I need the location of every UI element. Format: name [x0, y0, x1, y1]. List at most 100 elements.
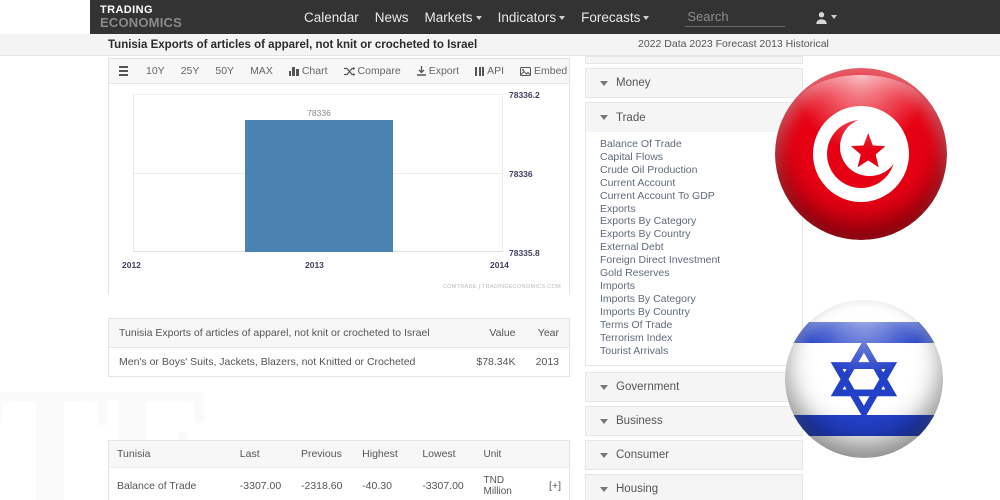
- sidebar-link-exports-by-category[interactable]: Exports By Category: [600, 215, 802, 228]
- value-row-value: $78.34K: [476, 356, 516, 368]
- chevron-down-icon: [559, 15, 566, 20]
- sidebar-link-tourist-arrivals[interactable]: Tourist Arrivals: [600, 345, 802, 358]
- chart-toolbar: 10Y 25Y 50Y MAX Chart Compare Export API…: [109, 59, 569, 84]
- nav-item-markets[interactable]: Markets: [425, 10, 482, 25]
- toolbar-export-button[interactable]: Export: [409, 65, 467, 77]
- tunisia-flag-star: [850, 133, 886, 168]
- page-title-bar: Tunisia Exports of articles of apparel, …: [0, 34, 1000, 56]
- sidebar-link-exports[interactable]: Exports: [600, 203, 802, 216]
- sidebar-section-consumer[interactable]: Consumer: [585, 440, 803, 471]
- sidebar-link-imports-by-category[interactable]: Imports By Category: [600, 293, 802, 306]
- sidebar-link-terms-of-trade[interactable]: Terms Of Trade: [600, 319, 802, 332]
- sidebar-link-gold-reserves[interactable]: Gold Reserves: [600, 267, 802, 280]
- y-tick-middle: 78336: [509, 169, 533, 179]
- nav-label-indicators: Indicators: [497, 9, 557, 25]
- sidebar-link-balance-of-trade[interactable]: Balance Of Trade: [600, 138, 802, 151]
- ind-row-unit: TND Million: [483, 475, 512, 497]
- ind-col-last: Last: [239, 448, 260, 460]
- sidebar-section-stub[interactable]: [585, 56, 803, 64]
- toolbar-range-50y[interactable]: 50Y: [207, 65, 242, 77]
- sidebar-link-external-debt[interactable]: External Debt: [600, 241, 802, 254]
- sidebar-label-business: Business: [616, 415, 663, 428]
- nav-item-forecasts[interactable]: Forecasts: [581, 10, 650, 25]
- user-menu[interactable]: [815, 11, 838, 24]
- image-icon: [520, 66, 531, 76]
- value-table-header: Tunisia Exports of articles of apparel, …: [108, 318, 570, 348]
- toolbar-range-25y[interactable]: 25Y: [173, 65, 208, 77]
- sidebar-label-government: Government: [616, 381, 680, 394]
- toolbar-label-10y: 10Y: [146, 65, 165, 77]
- table-row[interactable]: Men's or Boys' Suits, Jackets, Blazers, …: [109, 348, 570, 377]
- ind-row-name: Balance of Trade: [117, 480, 197, 492]
- list-icon: [119, 66, 128, 76]
- ind-row-last: -3307.00: [239, 480, 282, 492]
- ind-row-highest: -40.30: [362, 480, 392, 492]
- value-row-year: 2013: [535, 356, 559, 368]
- logo-line-2: ECONOMICS: [100, 15, 182, 30]
- ind-col-lowest: Lowest: [422, 448, 456, 460]
- y-tick-bottom: 78335.8: [509, 248, 540, 258]
- sidebar-section-trade[interactable]: Trade: [585, 102, 803, 132]
- user-icon: [816, 11, 828, 24]
- toolbar-api-button[interactable]: API: [467, 65, 512, 77]
- page-subtitle: 2022 Data 2023 Forecast 2013 Historical: [638, 38, 829, 50]
- nav-item-calendar[interactable]: Calendar: [304, 10, 359, 25]
- sidebar-link-foreign-direct-investment[interactable]: Foreign Direct Investment: [600, 254, 802, 267]
- nav-item-news[interactable]: News: [375, 10, 409, 25]
- sidebar-section-government[interactable]: Government: [585, 372, 803, 403]
- value-table-body: Men's or Boys' Suits, Jackets, Blazers, …: [109, 348, 570, 377]
- nav-label-markets: Markets: [424, 9, 473, 25]
- value-table-col-name: Tunisia Exports of articles of apparel, …: [119, 327, 430, 339]
- toolbar-list-button[interactable]: [117, 66, 138, 76]
- value-table-col-year: Year: [537, 327, 559, 339]
- compare-icon: [343, 66, 355, 76]
- sidebar-link-current-account[interactable]: Current Account: [600, 177, 802, 190]
- x-tick-2014: 2014: [490, 260, 509, 270]
- caret-down-icon: [600, 418, 608, 424]
- sidebar-trade-links: Balance Of Trade Capital Flows Crude Oil…: [585, 132, 803, 367]
- toolbar-label-compare: Compare: [357, 65, 401, 77]
- page-title: Tunisia Exports of articles of apparel, …: [108, 38, 478, 51]
- toolbar-range-10y[interactable]: 10Y: [138, 65, 173, 77]
- toolbar-chart-button[interactable]: Chart: [281, 65, 336, 77]
- sidebar-link-capital-flows[interactable]: Capital Flows: [600, 151, 802, 164]
- caret-down-icon: [600, 452, 608, 458]
- nav-item-indicators[interactable]: Indicators: [498, 10, 566, 25]
- toolbar-range-max[interactable]: MAX: [242, 65, 281, 77]
- ind-row-lowest: -3307.00: [422, 480, 464, 492]
- ind-col-unit: Unit: [483, 448, 502, 460]
- sidebar-link-current-account-to-gdp[interactable]: Current Account To GDP: [600, 190, 802, 203]
- ind-row-expand-button[interactable]: [+]: [541, 468, 570, 500]
- y-tick-top: 78336.2: [509, 90, 540, 100]
- bar-2013[interactable]: [245, 120, 393, 252]
- sidebar-section-business[interactable]: Business: [585, 406, 803, 437]
- sidebar-section-housing[interactable]: Housing: [585, 474, 803, 500]
- sidebar-link-terrorism-index[interactable]: Terrorism Index: [600, 332, 802, 345]
- sidebar-link-imports-by-country[interactable]: Imports By Country: [600, 306, 802, 319]
- sidebar-link-imports[interactable]: Imports: [600, 280, 802, 293]
- ind-col-country: Tunisia: [117, 448, 151, 460]
- nav-label-calendar: Calendar: [303, 9, 359, 25]
- caret-down-icon: [600, 384, 608, 390]
- chart-card: 10Y 25Y 50Y MAX Chart Compare Export API…: [108, 58, 570, 295]
- toolbar-embed-button[interactable]: Embed: [512, 65, 575, 77]
- sidebar-link-crude-oil-production[interactable]: Crude Oil Production: [600, 164, 802, 177]
- toolbar-compare-button[interactable]: Compare: [336, 65, 409, 77]
- site-logo[interactable]: TRADING ECONOMICS: [100, 5, 182, 30]
- chart-plot-area[interactable]: 78336 78336.2 78336 78335.8 2012 2013 20…: [109, 84, 569, 295]
- value-row-name: Men's or Boys' Suits, Jackets, Blazers, …: [119, 356, 416, 368]
- toolbar-label-25y: 25Y: [180, 65, 200, 77]
- table-row[interactable]: Balance of Trade -3307.00 -2318.60 -40.3…: [109, 468, 570, 500]
- indicators-table-header: Tunisia Last Previous Highest Lowest Uni…: [108, 440, 570, 468]
- chevron-down-icon: [831, 15, 838, 19]
- table-header-row: Tunisia Last Previous Highest Lowest Uni…: [108, 440, 570, 468]
- chevron-down-icon: [475, 15, 482, 20]
- israel-flag: [785, 300, 943, 458]
- bar-chart-icon: [288, 66, 299, 76]
- sidebar-section-money[interactable]: Money: [585, 68, 803, 98]
- ind-col-expand: [541, 441, 570, 468]
- sidebar-link-exports-by-country[interactable]: Exports By Country: [600, 228, 802, 241]
- search-input[interactable]: [685, 7, 786, 27]
- ind-col-highest: Highest: [362, 448, 398, 460]
- toolbar-label-export: Export: [428, 65, 460, 77]
